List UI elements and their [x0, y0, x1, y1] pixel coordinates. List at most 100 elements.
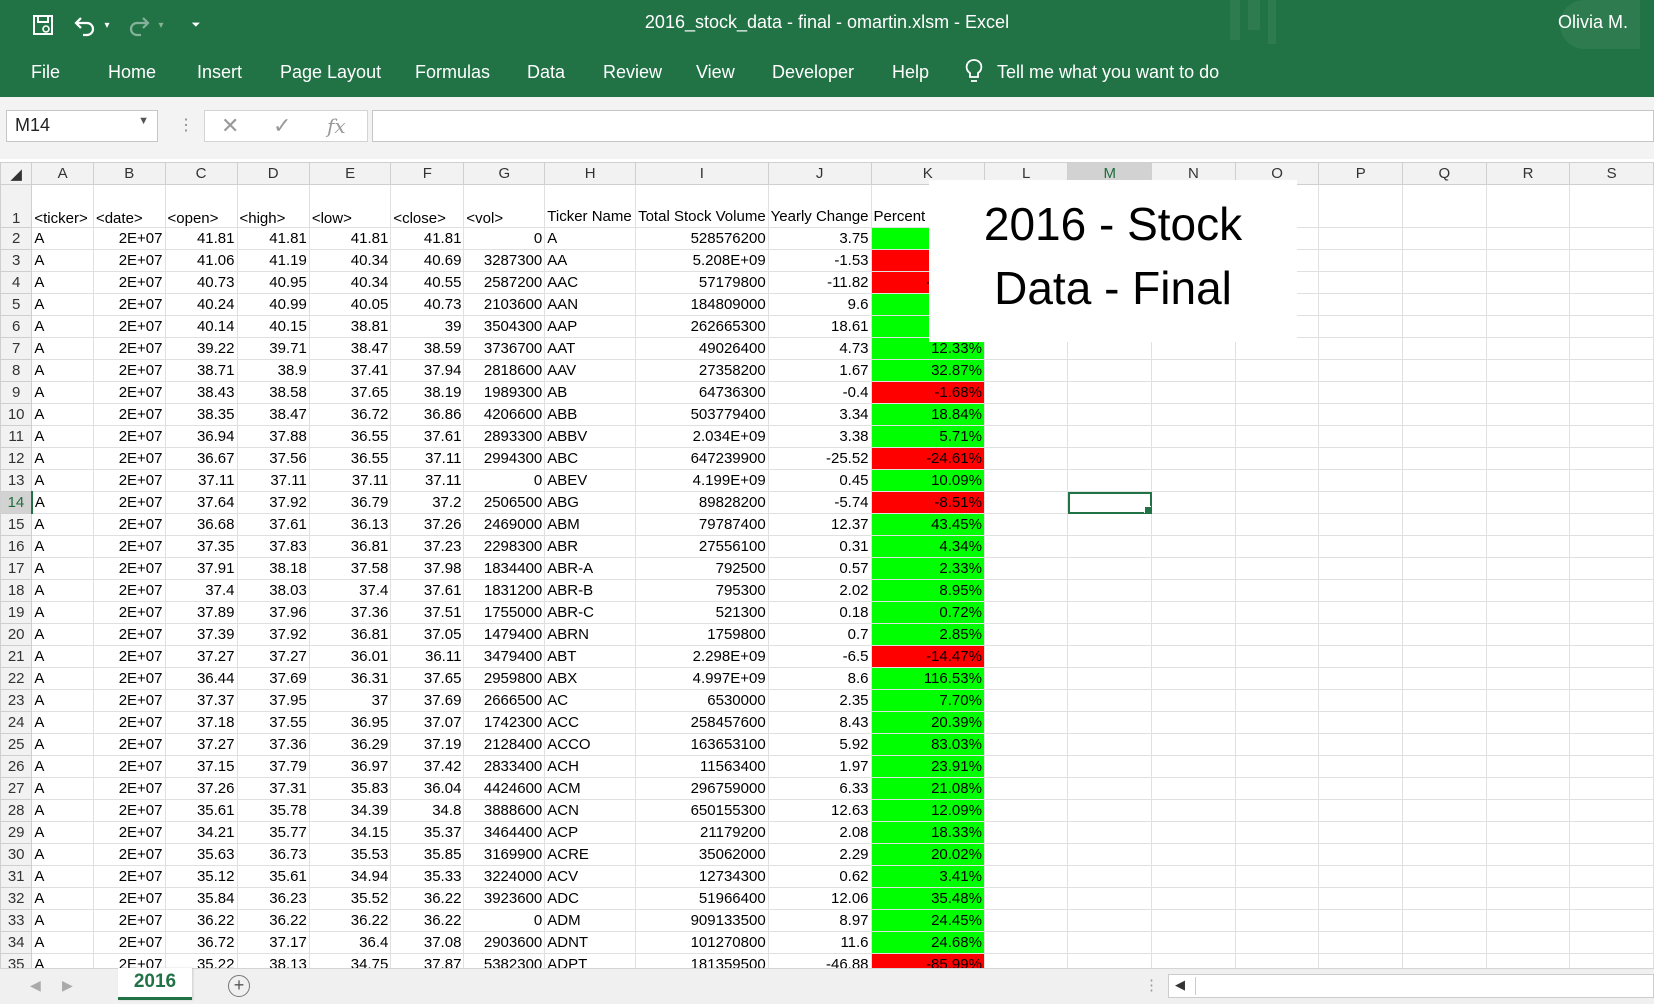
cell-b15[interactable]: 2E+07 — [92, 513, 166, 536]
cell-b6[interactable]: 2E+07 — [92, 315, 166, 338]
cell-k11[interactable]: 5.71% — [870, 425, 985, 448]
cell-h9[interactable]: AB — [544, 381, 637, 404]
cell-l30[interactable] — [983, 843, 1069, 866]
cell-k8[interactable]: 32.87% — [870, 359, 985, 382]
cell-c13[interactable]: 37.11 — [164, 469, 238, 492]
cell-h24[interactable]: ACC — [544, 711, 637, 734]
cell-q35[interactable] — [1401, 953, 1487, 968]
cell-m26[interactable] — [1067, 755, 1153, 778]
cell-a32[interactable]: A — [31, 887, 94, 910]
cell-m33[interactable] — [1067, 909, 1153, 932]
cell-f10[interactable]: 36.86 — [390, 403, 465, 426]
cell-e15[interactable]: 36.13 — [308, 513, 392, 536]
cell-h2[interactable]: A — [544, 227, 637, 250]
scroll-sheets-left-icon[interactable]: ◀ — [30, 977, 41, 994]
cell-a34[interactable]: A — [31, 931, 94, 954]
cell-i15[interactable]: 79787400 — [635, 513, 769, 536]
cell-d25[interactable]: 37.36 — [236, 733, 310, 756]
cell-i35[interactable]: 181359500 — [635, 953, 769, 968]
cell-f31[interactable]: 35.33 — [390, 865, 465, 888]
row-header[interactable]: 13 — [0, 469, 33, 492]
cell-j20[interactable]: 0.7 — [767, 623, 872, 646]
cell-g9[interactable]: 1989300 — [463, 381, 546, 404]
cell-n24[interactable] — [1151, 711, 1236, 734]
cell-k30[interactable]: 20.02% — [870, 843, 985, 866]
cell-h31[interactable]: ACV — [544, 865, 637, 888]
cell-r30[interactable] — [1485, 843, 1571, 866]
cell-g17[interactable]: 1834400 — [463, 557, 546, 580]
cell-c29[interactable]: 34.21 — [164, 821, 238, 844]
cell-p18[interactable] — [1318, 579, 1403, 602]
cell-f8[interactable]: 37.94 — [390, 359, 465, 382]
cell-l14[interactable] — [983, 491, 1069, 514]
cell-q25[interactable] — [1401, 733, 1487, 756]
cell-n23[interactable] — [1151, 689, 1236, 712]
cell-i3[interactable]: 5.208E+09 — [635, 249, 769, 272]
cell-k20[interactable]: 2.85% — [870, 623, 985, 646]
cell-q34[interactable] — [1401, 931, 1487, 954]
cell-d34[interactable]: 37.17 — [236, 931, 310, 954]
cell-e29[interactable]: 34.15 — [308, 821, 392, 844]
cell-l23[interactable] — [983, 689, 1069, 712]
cell-o26[interactable] — [1234, 755, 1320, 778]
cell-k9[interactable]: -1.68% — [870, 381, 985, 404]
cell-k10[interactable]: 18.84% — [870, 403, 985, 426]
sheet-title-textbox[interactable]: 2016 - Stock Data - Final — [929, 180, 1297, 342]
cell-q17[interactable] — [1401, 557, 1487, 580]
cell-q23[interactable] — [1401, 689, 1487, 712]
cell-c33[interactable]: 36.22 — [164, 909, 238, 932]
row-header[interactable]: 28 — [0, 799, 33, 822]
cell-g11[interactable]: 2893300 — [463, 425, 546, 448]
cell-s1[interactable] — [1569, 184, 1654, 228]
cell-p16[interactable] — [1318, 535, 1403, 558]
cell-k16[interactable]: 4.34% — [870, 535, 985, 558]
cell-j11[interactable]: 3.38 — [767, 425, 872, 448]
cell-o12[interactable] — [1234, 447, 1320, 470]
cell-f27[interactable]: 36.04 — [390, 777, 465, 800]
cell-i28[interactable]: 650155300 — [635, 799, 769, 822]
cell-g10[interactable]: 4206600 — [463, 403, 546, 426]
cell-n10[interactable] — [1151, 403, 1236, 426]
cell-c35[interactable]: 35.22 — [164, 953, 238, 968]
cell-j31[interactable]: 0.62 — [767, 865, 872, 888]
cell-d7[interactable]: 39.71 — [236, 337, 310, 360]
cell-q20[interactable] — [1401, 623, 1487, 646]
cell-e16[interactable]: 36.81 — [308, 535, 392, 558]
row-header[interactable]: 15 — [0, 513, 33, 536]
cell-q14[interactable] — [1401, 491, 1487, 514]
cell-b32[interactable]: 2E+07 — [92, 887, 166, 910]
cell-j13[interactable]: 0.45 — [767, 469, 872, 492]
cell-l19[interactable] — [983, 601, 1069, 624]
scrollbar-thumb[interactable] — [1195, 977, 1651, 995]
cell-g31[interactable]: 3224000 — [463, 865, 546, 888]
cell-f15[interactable]: 37.26 — [390, 513, 465, 536]
cell-k25[interactable]: 83.03% — [870, 733, 985, 756]
cell-h17[interactable]: ABR-A — [544, 557, 637, 580]
cell-b16[interactable]: 2E+07 — [92, 535, 166, 558]
cell-k35[interactable]: -85.99% — [870, 953, 985, 968]
cell-q29[interactable] — [1401, 821, 1487, 844]
cell-k12[interactable]: -24.61% — [870, 447, 985, 470]
cell-l29[interactable] — [983, 821, 1069, 844]
cell-p29[interactable] — [1318, 821, 1403, 844]
cell-g7[interactable]: 3736700 — [463, 337, 546, 360]
cell-c16[interactable]: 37.35 — [164, 535, 238, 558]
cell-r29[interactable] — [1485, 821, 1571, 844]
cell-d5[interactable]: 40.99 — [236, 293, 310, 316]
cell-b27[interactable]: 2E+07 — [92, 777, 166, 800]
cell-l13[interactable] — [983, 469, 1069, 492]
cell-n31[interactable] — [1151, 865, 1236, 888]
cell-e34[interactable]: 36.4 — [308, 931, 392, 954]
cell-k28[interactable]: 12.09% — [870, 799, 985, 822]
cell-n12[interactable] — [1151, 447, 1236, 470]
cell-p21[interactable] — [1318, 645, 1403, 668]
row-header[interactable]: 18 — [0, 579, 33, 602]
cell-c5[interactable]: 40.24 — [164, 293, 238, 316]
cell-h25[interactable]: ACCO — [544, 733, 637, 756]
cell-d22[interactable]: 37.69 — [236, 667, 310, 690]
column-header-c[interactable]: C — [164, 162, 238, 185]
cell-m27[interactable] — [1067, 777, 1153, 800]
cell-s32[interactable] — [1569, 887, 1654, 910]
cell-p33[interactable] — [1318, 909, 1403, 932]
cell-g13[interactable]: 0 — [463, 469, 546, 492]
